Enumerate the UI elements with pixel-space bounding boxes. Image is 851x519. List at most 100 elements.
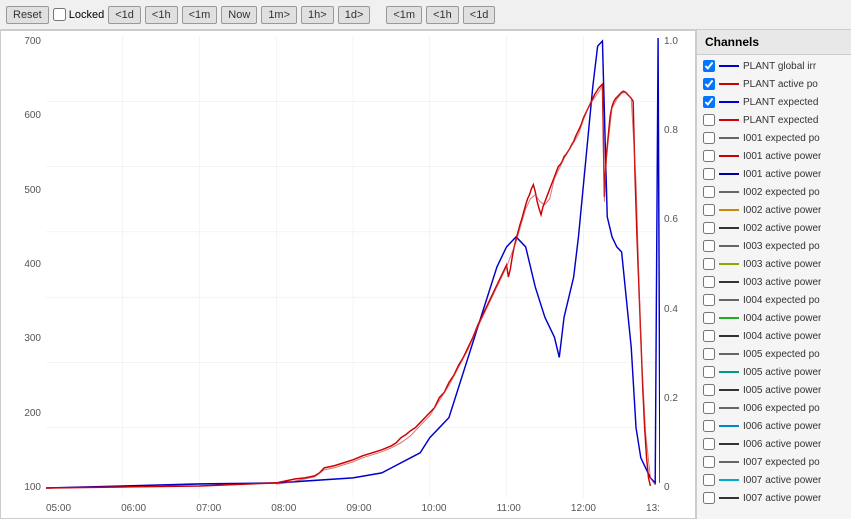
- channel-checkbox-11[interactable]: [703, 258, 715, 270]
- toolbar: Reset Locked <1d <1h <1m Now 1m> 1h> 1d>…: [0, 0, 851, 30]
- channel-checkbox-7[interactable]: [703, 186, 715, 198]
- channel-checkbox-17[interactable]: [703, 366, 715, 378]
- channel-label: I004 active power: [743, 331, 821, 342]
- channel-color-line: [719, 209, 739, 211]
- channel-color-line: [719, 335, 739, 337]
- channel-checkbox-15[interactable]: [703, 330, 715, 342]
- channel-color-line: [719, 281, 739, 283]
- channel-checkbox-8[interactable]: [703, 204, 715, 216]
- channel-item: I006 active power: [697, 435, 851, 453]
- channel-item: I004 expected po: [697, 291, 851, 309]
- channel-checkbox-20[interactable]: [703, 420, 715, 432]
- channel-color-line: [719, 425, 739, 427]
- btn-prev-1m[interactable]: <1m: [182, 6, 218, 24]
- channel-checkbox-16[interactable]: [703, 348, 715, 360]
- channel-item: I006 expected po: [697, 399, 851, 417]
- btn-next-1h[interactable]: 1h>: [301, 6, 334, 24]
- locked-checkbox-input[interactable]: [53, 8, 66, 21]
- channel-item: I003 expected po: [697, 237, 851, 255]
- channel-label: I001 expected po: [743, 133, 820, 144]
- channels-header: Channels: [697, 30, 851, 55]
- channels-list[interactable]: PLANT global irr PLANT active po PLANT exp…: [697, 55, 851, 519]
- plot-svg: [46, 36, 660, 498]
- channel-checkbox-5[interactable]: [703, 150, 715, 162]
- channel-label: I003 active power: [743, 277, 821, 288]
- channel-item: I001 active power: [697, 165, 851, 183]
- channel-checkbox-23[interactable]: [703, 474, 715, 486]
- btn-next-1d[interactable]: 1d>: [338, 6, 371, 24]
- y-axis-right: 1.0 0.8 0.6 0.4 0.2 0: [660, 31, 695, 498]
- channel-color-line: [719, 461, 739, 463]
- channel-label: I006 active power: [743, 439, 821, 450]
- channel-color-line: [719, 263, 739, 265]
- channel-label: I004 active power: [743, 313, 821, 324]
- channel-label: I004 expected po: [743, 295, 820, 306]
- btn-next-1m[interactable]: 1m>: [261, 6, 297, 24]
- locked-checkbox-label[interactable]: Locked: [53, 8, 104, 21]
- channel-checkbox-1[interactable]: [703, 78, 715, 90]
- channel-color-line: [719, 227, 739, 229]
- channel-checkbox-19[interactable]: [703, 402, 715, 414]
- channel-label: I005 active power: [743, 367, 821, 378]
- channel-label: I002 active power: [743, 205, 821, 216]
- channel-checkbox-14[interactable]: [703, 312, 715, 324]
- channel-item: I002 active power: [697, 201, 851, 219]
- channel-checkbox-24[interactable]: [703, 492, 715, 504]
- channel-label: I006 expected po: [743, 403, 820, 414]
- channel-checkbox-18[interactable]: [703, 384, 715, 396]
- channel-color-line: [719, 497, 739, 499]
- btn-now[interactable]: Now: [221, 6, 257, 24]
- plot-area[interactable]: [46, 36, 660, 498]
- btn-prev-1d[interactable]: <1d: [108, 6, 141, 24]
- channel-color-line: [719, 245, 739, 247]
- content-area: 700 600 500 400 300 200 100 1.0 0.8 0.6 …: [0, 30, 851, 519]
- channel-color-line: [719, 137, 739, 139]
- btn-zoom-prev-1m[interactable]: <1m: [386, 6, 422, 24]
- channel-label: I005 expected po: [743, 349, 820, 360]
- reset-button[interactable]: Reset: [6, 6, 49, 24]
- channel-item: I002 active power: [697, 219, 851, 237]
- channel-color-line: [719, 83, 739, 85]
- channel-color-line: [719, 119, 739, 121]
- channel-label: PLANT active po: [743, 79, 818, 90]
- channel-checkbox-12[interactable]: [703, 276, 715, 288]
- channel-color-line: [719, 155, 739, 157]
- channel-checkbox-4[interactable]: [703, 132, 715, 144]
- channel-item: PLANT expected: [697, 93, 851, 111]
- channel-color-line: [719, 101, 739, 103]
- locked-label: Locked: [69, 9, 104, 21]
- chart-area[interactable]: 700 600 500 400 300 200 100 1.0 0.8 0.6 …: [0, 30, 696, 519]
- channel-checkbox-9[interactable]: [703, 222, 715, 234]
- channel-item: PLANT global irr: [697, 57, 851, 75]
- channel-checkbox-13[interactable]: [703, 294, 715, 306]
- btn-zoom-prev-1d[interactable]: <1d: [463, 6, 496, 24]
- channel-label: I002 active power: [743, 223, 821, 234]
- channel-item: I006 active power: [697, 417, 851, 435]
- channel-item: PLANT active po: [697, 75, 851, 93]
- channel-checkbox-22[interactable]: [703, 456, 715, 468]
- channel-item: I004 active power: [697, 327, 851, 345]
- channel-label: I007 active power: [743, 493, 821, 504]
- channel-item: I002 expected po: [697, 183, 851, 201]
- channel-label: I001 active power: [743, 169, 821, 180]
- channel-checkbox-3[interactable]: [703, 114, 715, 126]
- channel-label: I003 expected po: [743, 241, 820, 252]
- btn-prev-1h[interactable]: <1h: [145, 6, 178, 24]
- channel-item: I005 active power: [697, 381, 851, 399]
- channel-item: I001 expected po: [697, 129, 851, 147]
- btn-zoom-prev-1h[interactable]: <1h: [426, 6, 459, 24]
- channel-label: I006 active power: [743, 421, 821, 432]
- channel-color-line: [719, 191, 739, 193]
- channel-label: I007 active power: [743, 475, 821, 486]
- channel-item: I003 active power: [697, 255, 851, 273]
- channel-checkbox-6[interactable]: [703, 168, 715, 180]
- channel-checkbox-2[interactable]: [703, 96, 715, 108]
- channel-label: I002 expected po: [743, 187, 820, 198]
- channel-color-line: [719, 407, 739, 409]
- channel-item: I003 active power: [697, 273, 851, 291]
- channel-checkbox-21[interactable]: [703, 438, 715, 450]
- channel-label: I007 expected po: [743, 457, 820, 468]
- channel-checkbox-10[interactable]: [703, 240, 715, 252]
- channel-checkbox-0[interactable]: [703, 60, 715, 72]
- channel-color-line: [719, 173, 739, 175]
